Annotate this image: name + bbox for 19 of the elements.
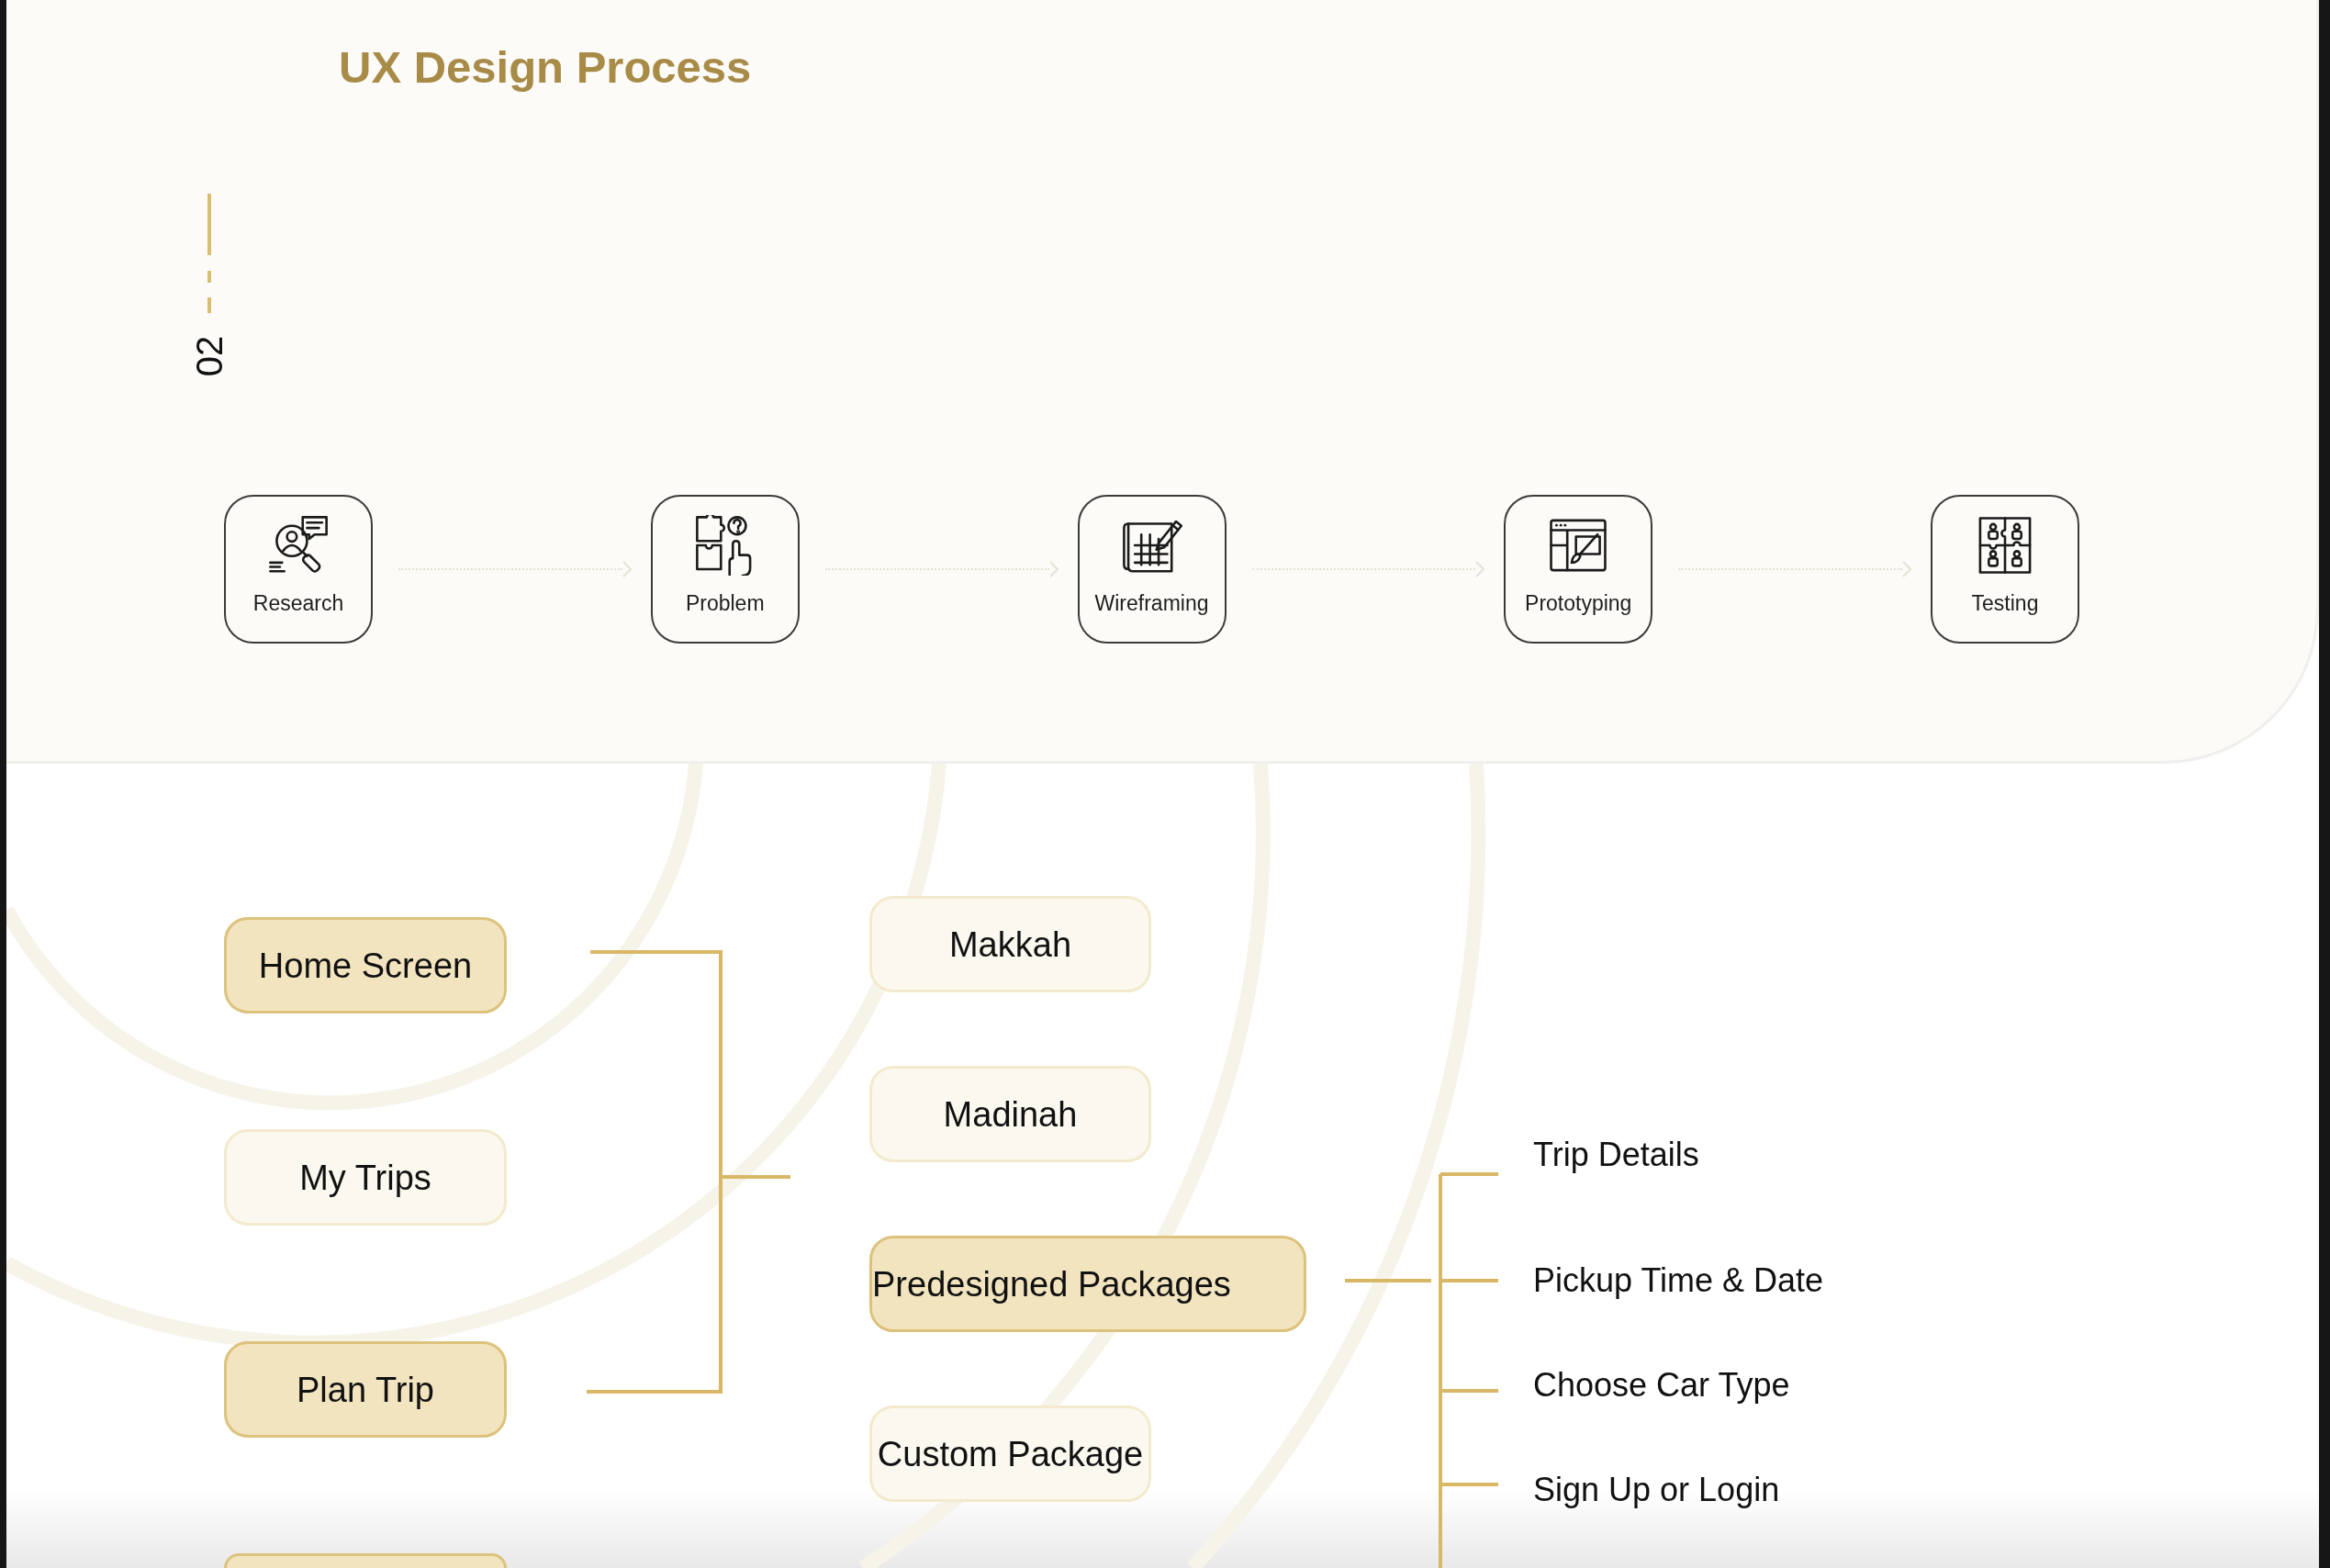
- sitemap-node: Makkah: [869, 896, 1151, 992]
- sitemap-node: Predesigned Packages: [869, 1236, 1306, 1332]
- page-title: UX Design Process: [339, 41, 752, 94]
- step-label: Testing: [1971, 590, 2039, 616]
- option-label: Pickup Time & Date: [1533, 1260, 1824, 1301]
- section-number: 02: [191, 335, 228, 377]
- step-label: Wireframing: [1094, 590, 1209, 616]
- step-label: Problem: [685, 590, 765, 616]
- sitemap-node: Custom Package: [869, 1406, 1151, 1502]
- option-label: Trip Details: [1533, 1135, 1699, 1175]
- sitemap-node: Home Screen: [224, 917, 507, 1014]
- option-label: Sign Up or Login: [1533, 1470, 1780, 1510]
- sitemap-node: Plan Trip: [224, 1341, 507, 1438]
- sitemap-node: Madinah: [869, 1066, 1151, 1162]
- step-label: Research: [252, 590, 344, 616]
- magnifier-person-icon: [268, 515, 329, 576]
- option-label: Choose Car Type: [1533, 1365, 1790, 1406]
- step-label: Prototyping: [1525, 590, 1632, 616]
- sitemap-node: My Trips: [224, 1129, 507, 1226]
